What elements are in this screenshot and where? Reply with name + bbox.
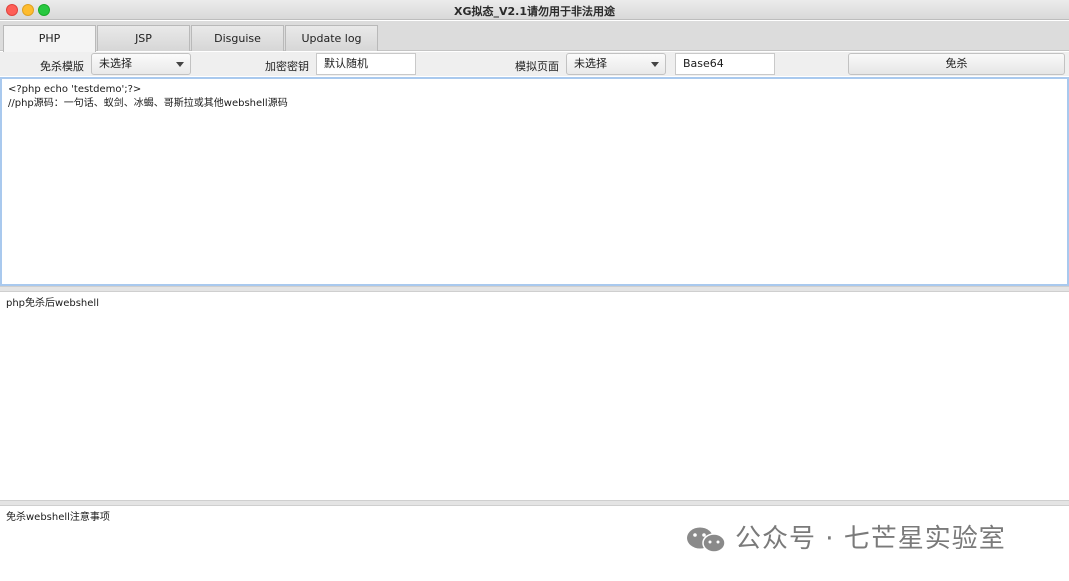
key-input[interactable]: 默认随机 [316,53,416,75]
output-textarea[interactable]: php免杀后webshell [0,293,1069,499]
page-select[interactable]: 未选择 [566,53,666,75]
options-row: 免杀模版 未选择 加密密钥 默认随机 模拟页面 未选择 Base64 免杀 [0,52,1069,76]
tab-disguise[interactable]: Disguise [191,25,284,51]
tab-update-log[interactable]: Update log [285,25,378,51]
title-bar: XG拟态_V2.1请勿用于非法用途 [0,0,1069,20]
splitter-top[interactable] [0,286,1069,292]
key-label: 加密密钥 [265,60,309,73]
tab-jsp[interactable]: JSP [97,25,190,51]
page-label: 模拟页面 [515,60,559,73]
chevron-down-icon [651,62,659,67]
tab-php[interactable]: PHP [3,25,96,52]
source-textarea[interactable]: <?php echo 'testdemo';?> //php源码：一句话、蚁剑、… [0,77,1069,286]
wechat-icon [687,527,726,553]
tab-strip: PHP JSP Disguise Update log [0,21,1069,52]
encoding-input[interactable]: Base64 [675,53,775,75]
template-select-value: 未选择 [99,57,132,70]
template-select[interactable]: 未选择 [91,53,191,75]
chevron-down-icon [176,62,184,67]
run-button[interactable]: 免杀 [848,53,1065,75]
window-title: XG拟态_V2.1请勿用于非法用途 [453,5,615,18]
splitter-bottom[interactable] [0,500,1069,506]
template-label: 免杀模版 [40,60,84,73]
watermark-text: 公众号 · 七芒星实验室 [735,524,1006,554]
watermark: 公众号 · 七芒星实验室 [685,522,1045,556]
page-select-value: 未选择 [574,57,607,70]
